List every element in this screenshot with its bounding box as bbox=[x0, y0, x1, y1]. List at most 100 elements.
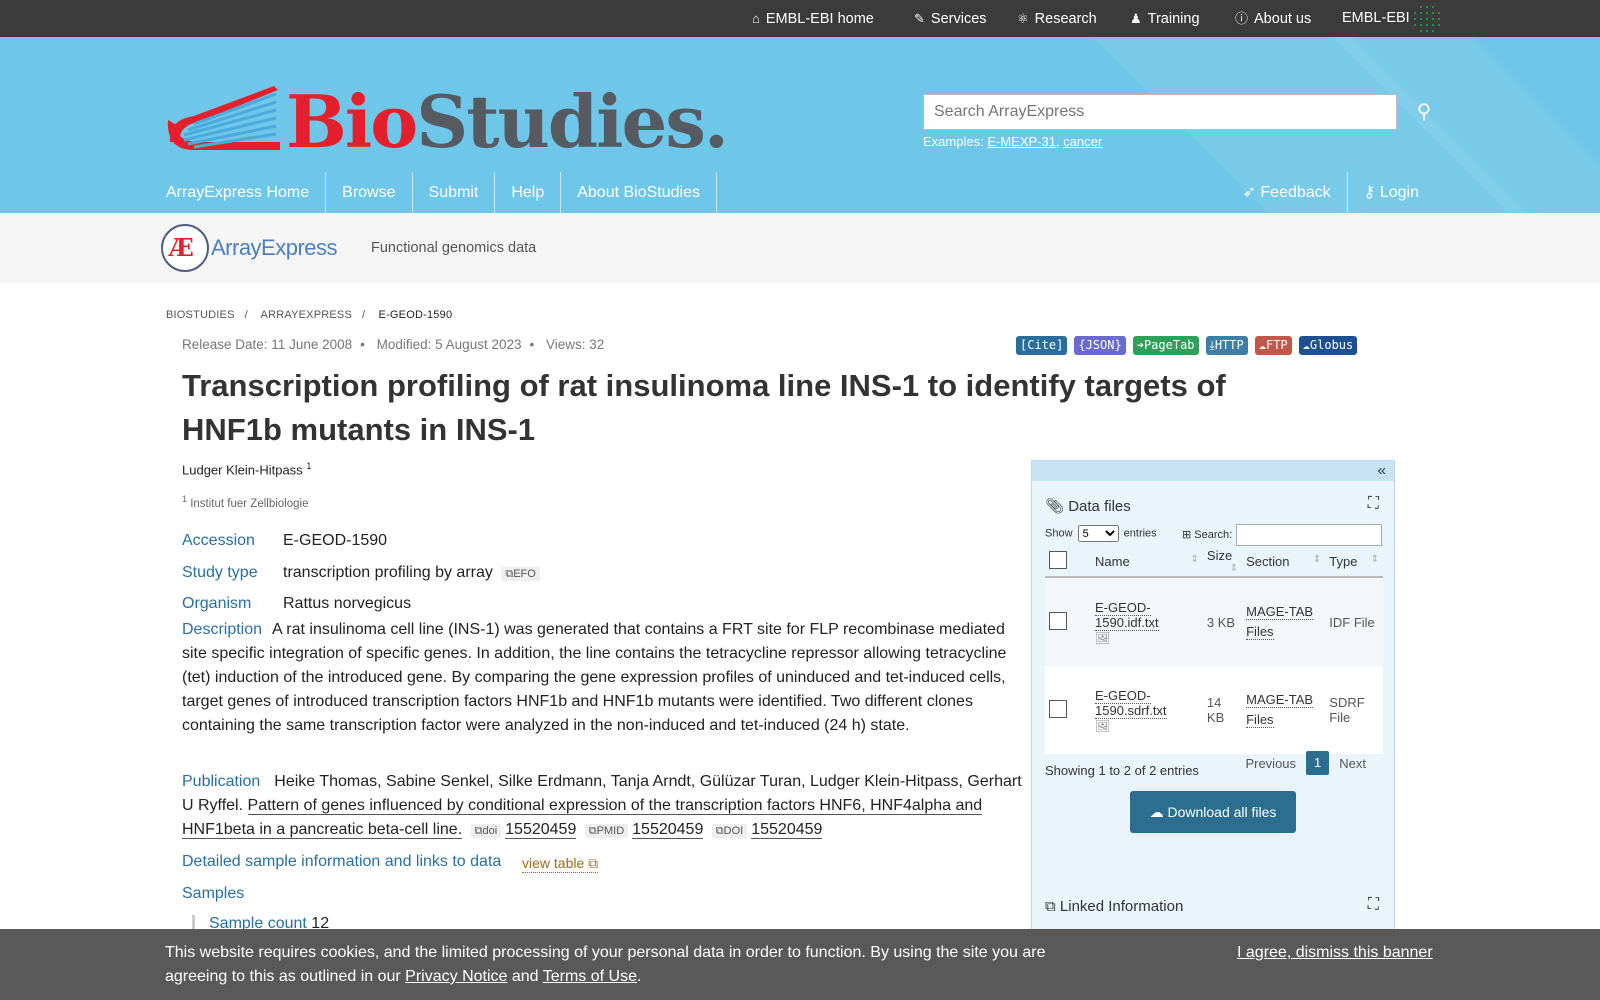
page-1-button[interactable]: 1 bbox=[1306, 751, 1330, 775]
arrayexpress-brand[interactable]: ArrayExpress bbox=[211, 235, 338, 261]
pagetab-button[interactable]: ➔PageTab bbox=[1132, 336, 1199, 355]
site-header: BioStudies. ⚲ Examples: E-MEXP-31, cance… bbox=[0, 37, 1600, 213]
logo-studies-text: Studies. bbox=[416, 79, 729, 164]
dismiss-cookie-banner-button[interactable]: I agree, dismiss this banner bbox=[1237, 941, 1433, 965]
column-section[interactable]: Section ⇕ bbox=[1242, 546, 1326, 578]
column-size[interactable]: Size ⇕ bbox=[1202, 546, 1243, 578]
logo-bio-text: Bio bbox=[286, 79, 418, 164]
table-row: E-GEOD-1590.sdrf.txt 🖼︎ 14 KB MAGE-TAB Fi… bbox=[1045, 666, 1383, 754]
file-name-link[interactable]: E-GEOD-1590.sdrf.txt bbox=[1095, 687, 1167, 719]
search-icon[interactable]: ⚲ bbox=[1410, 98, 1438, 126]
nav-about-biostudies[interactable]: About BioStudies bbox=[561, 172, 717, 213]
view-table-link[interactable]: view table ⧉ bbox=[522, 855, 599, 873]
nav-submit[interactable]: Submit bbox=[413, 172, 496, 213]
publication: Publication Heike Thomas, Sabine Senkel, … bbox=[182, 770, 1022, 843]
login-label: Login bbox=[1379, 184, 1419, 201]
embl-ebi-org-link[interactable]: EMBL-EBI bbox=[1342, 0, 1410, 37]
publication-title-link[interactable]: Pattern of genes influenced by condition… bbox=[182, 797, 983, 839]
doi2-link[interactable]: 15520459 bbox=[751, 821, 823, 839]
sort-icon: ⇕ bbox=[1190, 553, 1199, 565]
nav-help[interactable]: Help bbox=[495, 172, 562, 213]
cloud-download-icon: ☁ bbox=[1149, 804, 1168, 820]
cite-button[interactable]: [Cite] bbox=[1016, 336, 1068, 355]
efo-link[interactable]: ⧉EFO bbox=[501, 567, 540, 581]
view-count: Views: 32 bbox=[545, 337, 605, 352]
paperclip-icon: 📎︎ bbox=[1045, 498, 1069, 515]
globus-button[interactable]: ☁Globus bbox=[1298, 336, 1358, 355]
image-icon[interactable]: 🖼︎ bbox=[1095, 631, 1110, 645]
file-section-link[interactable]: MAGE-TAB Files bbox=[1246, 692, 1314, 728]
login-button[interactable]: ⚷ Login bbox=[1346, 172, 1435, 213]
doi-link[interactable]: 15520459 bbox=[505, 821, 577, 839]
file-section-cell: MAGE-TAB Files bbox=[1242, 666, 1326, 754]
previous-page-button[interactable]: Previous bbox=[1235, 756, 1306, 771]
column-type[interactable]: Type ⇕ bbox=[1325, 546, 1383, 578]
breadcrumb-arrayexpress[interactable]: ARRAYEXPRESS bbox=[261, 309, 352, 321]
table-info: Showing 1 to 2 of 2 entries bbox=[1045, 763, 1199, 778]
globus-label: Globus bbox=[1309, 338, 1354, 352]
privacy-notice-link[interactable]: Privacy Notice bbox=[405, 968, 507, 985]
study-meta: Release Date: 11 June 2008 • Modified: 5 … bbox=[182, 337, 604, 352]
ftp-label: FTP bbox=[1265, 338, 1288, 352]
organism-value: Rattus norvegicus bbox=[283, 595, 412, 612]
column-size-label: Size bbox=[1206, 548, 1233, 563]
select-all-checkbox[interactable] bbox=[1049, 550, 1067, 569]
study-type-row: Study type transcription profiling by arr… bbox=[182, 561, 544, 586]
feedback-button[interactable]: ➶ Feedback bbox=[1227, 172, 1347, 213]
biostudies-logo[interactable]: BioStudies. bbox=[164, 77, 734, 177]
main-nav: ArrayExpress Home Browse Submit Help Abo… bbox=[166, 172, 717, 213]
json-button[interactable]: {JSON} bbox=[1074, 336, 1126, 355]
logo-text: BioStudies. bbox=[286, 77, 729, 167]
http-button[interactable]: ⤓HTTP bbox=[1205, 336, 1248, 355]
table-header-row: Name ⇕ Size ⇕ Section ⇕ Type ⇕ bbox=[1045, 546, 1383, 578]
training-icon: ♟ bbox=[1130, 11, 1142, 26]
accession-row: Accession E-GEOD-1590 bbox=[182, 529, 387, 553]
linked-information-title: ⧉ Linked Information bbox=[1045, 898, 1183, 915]
pmid-tag: ⧉PMID bbox=[584, 824, 629, 838]
book-logo-icon bbox=[167, 86, 280, 151]
research-link[interactable]: ⚛ Research bbox=[1017, 0, 1097, 37]
terms-of-use-link[interactable]: Terms of Use bbox=[543, 968, 637, 985]
home-icon: ⌂ bbox=[752, 11, 760, 26]
row-checkbox[interactable] bbox=[1049, 611, 1067, 630]
affiliation: 1 Institut fuer Zellbiologie bbox=[182, 494, 308, 510]
nav-arrayexpress-home[interactable]: ArrayExpress Home bbox=[166, 172, 327, 213]
page-length-select[interactable]: 5 bbox=[1077, 525, 1119, 542]
example-link-keyword[interactable]: cancer bbox=[1063, 134, 1102, 149]
meta-separator: • bbox=[529, 337, 535, 352]
file-section-link[interactable]: MAGE-TAB Files bbox=[1246, 604, 1314, 640]
row-select-cell bbox=[1045, 666, 1091, 754]
embl-ebi-logo-icon bbox=[1412, 4, 1442, 34]
pmid-link[interactable]: 15520459 bbox=[632, 821, 704, 839]
study-type-label: Study type bbox=[182, 564, 258, 581]
doi2-tag: ⧉DOI bbox=[711, 824, 748, 838]
breadcrumb-separator: / bbox=[244, 309, 248, 321]
arrayexpress-logo-icon[interactable]: Æ bbox=[161, 224, 209, 272]
collapse-sidebar-icon[interactable]: « bbox=[1378, 461, 1386, 481]
embl-ebi-home-link[interactable]: ⌂ EMBL-EBI home bbox=[752, 0, 874, 37]
external-link-icon: ⧉ bbox=[505, 568, 514, 580]
description: Description A rat insulinoma cell line (I… bbox=[182, 618, 1018, 738]
about-us-link[interactable]: ⓘ About us bbox=[1235, 0, 1311, 37]
download-all-button[interactable]: ☁ Download all files bbox=[1130, 791, 1296, 833]
table-search-input[interactable] bbox=[1236, 524, 1383, 546]
ftp-button[interactable]: ☁FTP bbox=[1254, 336, 1292, 355]
image-icon[interactable]: 🖼︎ bbox=[1095, 719, 1110, 733]
cookie-banner: This website requires cookies, and the l… bbox=[0, 929, 1600, 1000]
expand-data-files-icon[interactable]: ⛶ bbox=[1368, 495, 1379, 513]
plus-square-icon[interactable]: ⊞ bbox=[1182, 529, 1191, 541]
breadcrumb-biostudies[interactable]: BIOSTUDIES bbox=[166, 309, 235, 321]
column-name[interactable]: Name ⇕ bbox=[1091, 546, 1203, 578]
training-link[interactable]: ♟ Training bbox=[1130, 0, 1200, 37]
expand-linked-info-icon[interactable]: ⛶ bbox=[1368, 896, 1379, 914]
file-name-link[interactable]: E-GEOD-1590.idf.txt bbox=[1095, 599, 1159, 631]
nav-browse[interactable]: Browse bbox=[326, 172, 413, 213]
select-all-header bbox=[1045, 546, 1091, 578]
row-checkbox[interactable] bbox=[1049, 699, 1067, 718]
research-icon: ⚛ bbox=[1017, 11, 1029, 26]
example-link-accession[interactable]: E-MEXP-31 bbox=[987, 134, 1056, 149]
global-top-bar: ⌂ EMBL-EBI home ✎ Services ⚛ Research ♟ Trai… bbox=[0, 0, 1600, 37]
services-link[interactable]: ✎ Services bbox=[914, 0, 987, 37]
search-input[interactable] bbox=[923, 94, 1397, 130]
next-page-button[interactable]: Next bbox=[1329, 756, 1376, 771]
